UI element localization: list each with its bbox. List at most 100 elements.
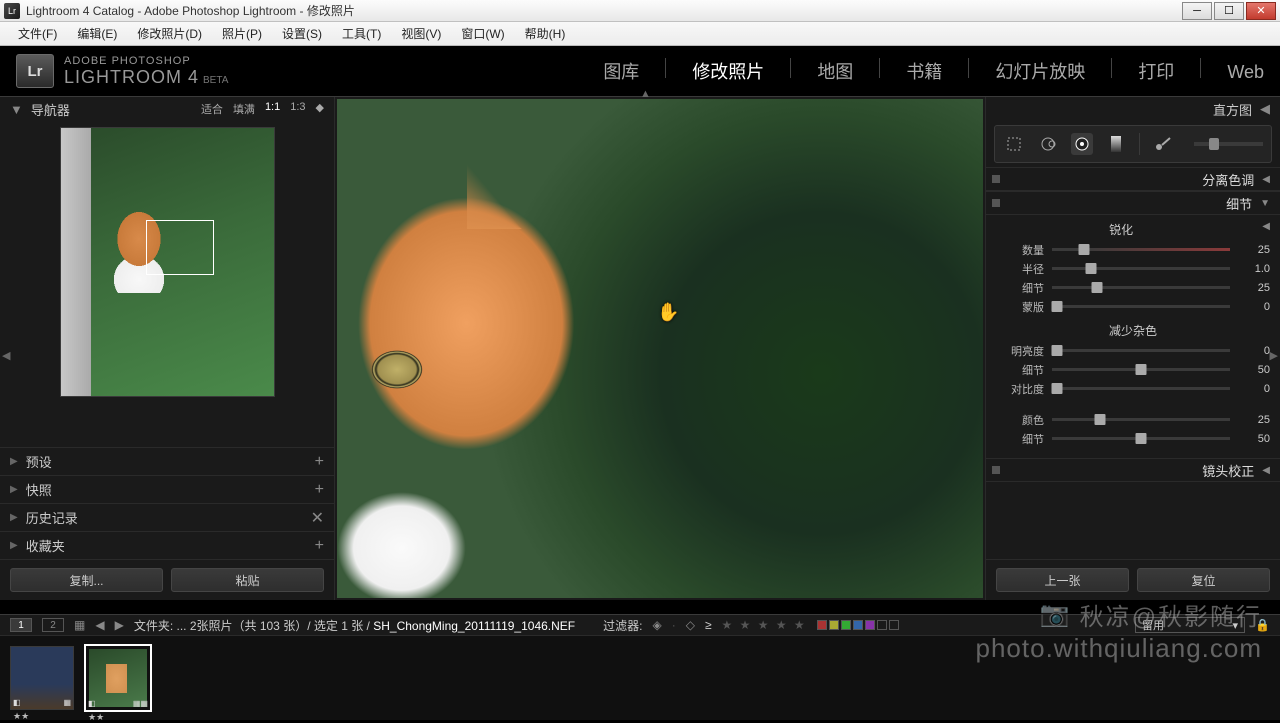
menu-develop[interactable]: 修改照片(D) [127,25,212,42]
spot-tool-icon[interactable] [1037,133,1059,155]
menu-view[interactable]: 视图(V) [391,25,451,42]
menu-tools[interactable]: 工具(T) [332,25,391,42]
slider-颜色[interactable] [1052,418,1230,421]
chevron-left-icon[interactable]: ◀ [1262,221,1270,232]
sharpen-subtitle: 锐化 [1109,223,1133,237]
nav-zoom-more-icon[interactable]: ◆ [316,101,324,117]
slider-蒙版[interactable] [1052,305,1230,308]
panel-收藏夹[interactable]: ▶收藏夹+ [0,531,334,559]
panel-快照[interactable]: ▶快照+ [0,475,334,503]
hand-cursor-icon: ✋ [657,302,679,323]
rating-filter[interactable]: ★ ★ ★ ★ ★ [722,618,807,632]
navigator-viewport-rect[interactable] [146,220,214,275]
module-书籍[interactable]: 书籍 [906,58,942,84]
module-幻灯片放映[interactable]: 幻灯片放映 [995,58,1085,84]
nav-zoom-fit[interactable]: 适合 [201,101,223,117]
menu-edit[interactable]: 编辑(E) [67,25,127,42]
panel-预设[interactable]: ▶预设+ [0,447,334,475]
menu-settings[interactable]: 设置(S) [272,25,332,42]
filter-label: 过滤器: [603,617,642,634]
filmstrip-thumb-1[interactable]: ◧▦★★ [10,646,74,710]
filmstrip: ◧▦★★ ◧▦▦★★ [0,636,1280,720]
filmstrip-thumb-2[interactable]: ◧▦▦★★ [84,644,152,712]
slider-半径[interactable] [1052,267,1230,270]
menu-file[interactable]: 文件(F) [8,25,67,42]
nav-zoom-1to1[interactable]: 1:1 [265,101,280,117]
maximize-button[interactable]: ☐ [1214,2,1244,20]
copy-button[interactable]: 复制... [10,568,163,592]
slider-label: 对比度 [996,381,1044,397]
flag-unflagged-icon[interactable]: · [672,618,676,632]
histogram-header[interactable]: 直方图◀ [986,97,1280,121]
slider-数量[interactable] [1052,248,1230,251]
slider-value: 0 [1238,345,1270,357]
main-preview[interactable]: ✋ [335,97,985,600]
reset-button[interactable]: 复位 [1137,568,1270,592]
chevron-left-icon: ◀ [1262,174,1270,185]
plus-icon[interactable]: + [315,537,324,555]
flag-picked-icon[interactable]: ◈ [652,618,661,632]
slider-对比度[interactable] [1052,387,1230,390]
prev-photo-icon[interactable]: ◀ [95,618,104,632]
detail-header[interactable]: 细节▼ [986,191,1280,215]
module-地图[interactable]: 地图 [817,58,853,84]
slider-细节[interactable] [1052,368,1230,371]
nav-zoom-fill[interactable]: 填满 [233,101,255,117]
module-修改照片[interactable]: 修改照片 [692,58,764,84]
window-title: Lightroom 4 Catalog - Adobe Photoshop Li… [26,2,1182,19]
brand-line1: ADOBE PHOTOSHOP [64,55,228,67]
previous-button[interactable]: 上一张 [996,568,1129,592]
plus-icon[interactable]: + [315,481,324,499]
nav-zoom-ratio[interactable]: 1:3 [290,101,305,117]
redeye-tool-icon[interactable] [1071,133,1093,155]
navigator-header[interactable]: ▼ 导航器 适合 填满 1:1 1:3 ◆ [0,97,334,121]
lens-header[interactable]: 镜头校正◀ [986,458,1280,482]
chevron-left-icon: ◀ [1262,465,1270,476]
navigator-thumbnail[interactable] [60,127,275,397]
left-panel-toggle[interactable]: ◀ [2,349,10,362]
close-icon[interactable]: ✕ [311,508,324,528]
screen2-button[interactable]: 2 [42,618,64,632]
gradient-tool-icon[interactable] [1105,133,1127,155]
slider-label: 明亮度 [996,343,1044,359]
folder-path[interactable]: 文件夹: ... [134,619,190,633]
slider-label: 颜色 [996,412,1044,428]
module-图库[interactable]: 图库 [603,58,639,84]
slider-细节[interactable] [1052,437,1230,440]
slider-value: 50 [1238,364,1270,376]
next-photo-icon[interactable]: ▶ [115,618,124,632]
menu-photo[interactable]: 照片(P) [212,25,272,42]
screen1-button[interactable]: 1 [10,618,32,632]
module-打印[interactable]: 打印 [1138,58,1174,84]
slider-label: 数量 [996,242,1044,258]
paste-button[interactable]: 粘贴 [171,568,324,592]
grid-view-icon[interactable]: ▦ [74,618,85,632]
plus-icon[interactable]: + [315,453,324,471]
brush-tool-icon[interactable] [1152,133,1174,155]
brand-beta: BETA [203,75,228,86]
minimize-button[interactable]: ─ [1182,2,1212,20]
slider-label: 细节 [996,362,1044,378]
menu-window[interactable]: 窗口(W) [451,25,514,42]
color-filter[interactable] [817,620,899,630]
close-button[interactable]: ✕ [1246,2,1276,20]
menu-help[interactable]: 帮助(H) [515,25,576,42]
right-panel-toggle[interactable]: ▶ [1270,349,1278,362]
current-filename: SH_ChongMing_20111119_1046.NEF [373,619,575,633]
tool-size-slider[interactable] [1194,142,1263,146]
filter-lock-icon[interactable]: 🔒 [1255,618,1270,632]
lightroom-logo: Lr [16,54,54,88]
left-panel: ▼ 导航器 适合 填满 1:1 1:3 ◆ ▶预设+▶快照+▶历史记录✕▶收藏夹… [0,97,335,600]
module-Web[interactable]: Web [1227,62,1264,83]
filter-preset-dropdown[interactable]: 留用▾ [1135,617,1245,633]
slider-细节[interactable] [1052,286,1230,289]
slider-value: 25 [1238,282,1270,294]
flag-rejected-icon[interactable]: ◇ [686,618,695,632]
photo-canvas[interactable] [337,99,983,598]
slider-label: 细节 [996,280,1044,296]
slider-value: 1.0 [1238,263,1270,275]
panel-历史记录[interactable]: ▶历史记录✕ [0,503,334,531]
crop-tool-icon[interactable] [1003,133,1025,155]
slider-明亮度[interactable] [1052,349,1230,352]
split-tone-header[interactable]: 分离色调◀ [986,167,1280,191]
